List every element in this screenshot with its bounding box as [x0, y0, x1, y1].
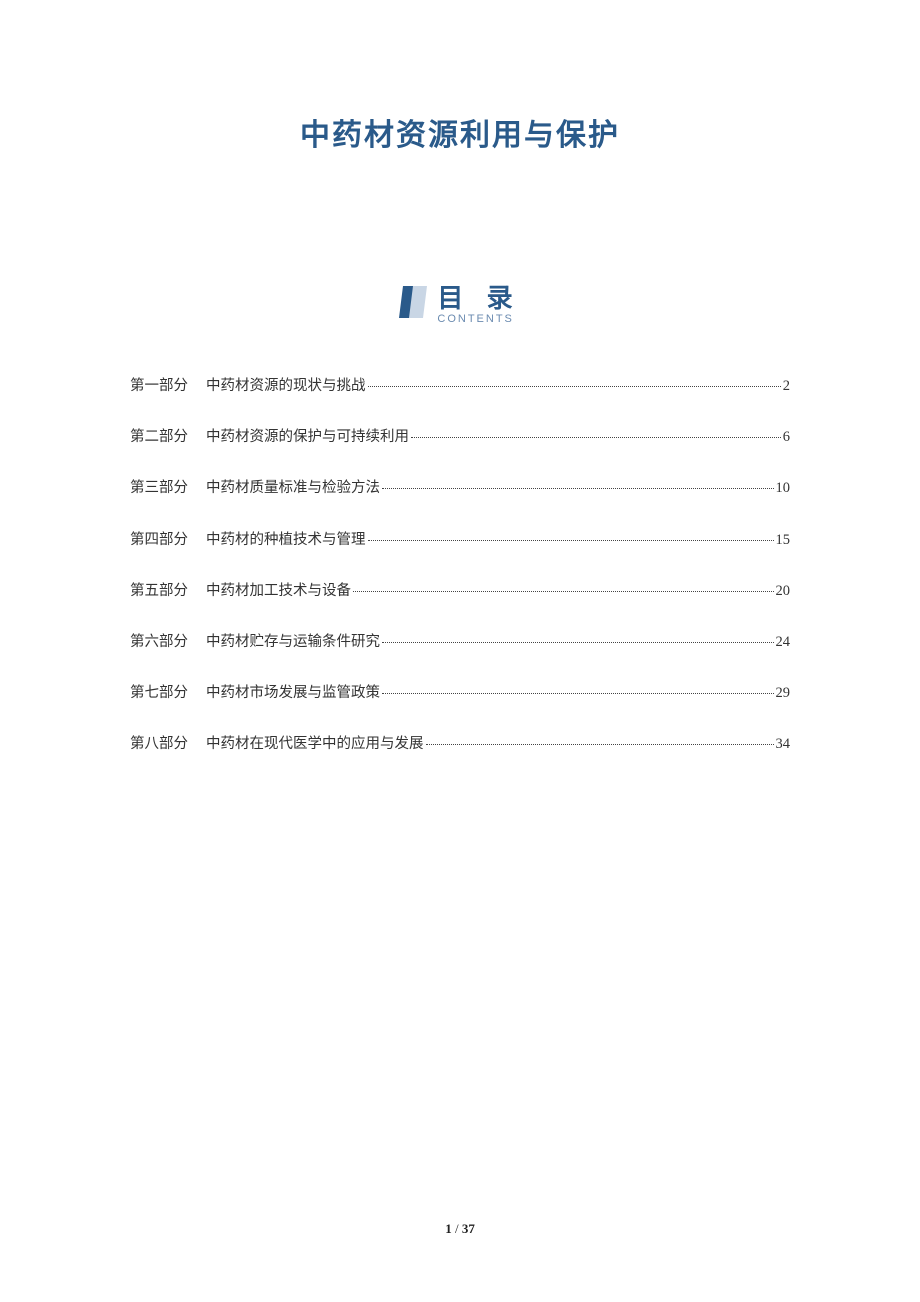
toc-leader-dots — [382, 693, 774, 694]
toc-list: 第一部分 中药材资源的现状与挑战 2 第二部分 中药材资源的保护与可持续利用 6… — [130, 375, 790, 757]
toc-leader-dots — [368, 540, 774, 541]
total-pages: 37 — [462, 1221, 475, 1236]
toc-entry-title: 中药材资源的现状与挑战 — [206, 375, 366, 398]
toc-leader-dots — [382, 642, 774, 643]
toc-header: 目 录 CONTENTS — [130, 284, 790, 325]
toc-part-label: 第四部分 — [130, 529, 188, 552]
toc-entry[interactable]: 第二部分 中药材资源的保护与可持续利用 6 — [130, 426, 790, 449]
toc-entry[interactable]: 第六部分 中药材贮存与运输条件研究 24 — [130, 631, 790, 654]
toc-page-number: 24 — [776, 631, 791, 654]
toc-heading-cn: 目 录 — [437, 285, 520, 311]
toc-part-label: 第二部分 — [130, 426, 188, 449]
toc-leader-dots — [368, 386, 781, 387]
page-footer: 1 / 37 — [0, 1221, 920, 1237]
toc-entry-title: 中药材质量标准与检验方法 — [206, 477, 380, 500]
toc-entry-title: 中药材市场发展与监管政策 — [206, 682, 380, 705]
toc-part-label: 第六部分 — [130, 631, 188, 654]
toc-leader-dots — [426, 744, 774, 745]
toc-entry[interactable]: 第七部分 中药材市场发展与监管政策 29 — [130, 682, 790, 705]
toc-heading-en: CONTENTS — [437, 313, 514, 325]
toc-part-label: 第五部分 — [130, 580, 188, 603]
toc-entry-title: 中药材的种植技术与管理 — [206, 529, 366, 552]
toc-part-label: 第七部分 — [130, 682, 188, 705]
toc-page-number: 6 — [783, 426, 790, 449]
toc-part-label: 第三部分 — [130, 477, 188, 500]
toc-leader-dots — [353, 591, 774, 592]
toc-part-label: 第八部分 — [130, 733, 188, 756]
toc-page-number: 34 — [776, 733, 791, 756]
toc-page-number: 20 — [776, 580, 791, 603]
toc-page-number: 29 — [776, 682, 791, 705]
toc-entry[interactable]: 第四部分 中药材的种植技术与管理 15 — [130, 529, 790, 552]
toc-entry-title: 中药材在现代医学中的应用与发展 — [206, 733, 424, 756]
toc-leader-dots — [411, 437, 781, 438]
toc-entry-title: 中药材贮存与运输条件研究 — [206, 631, 380, 654]
toc-entry[interactable]: 第三部分 中药材质量标准与检验方法 10 — [130, 477, 790, 500]
toc-page-number: 2 — [783, 375, 790, 398]
toc-title-wrap: 目 录 CONTENTS — [437, 285, 520, 325]
toc-part-label: 第一部分 — [130, 375, 188, 398]
toc-entry[interactable]: 第一部分 中药材资源的现状与挑战 2 — [130, 375, 790, 398]
toc-icon — [399, 284, 429, 325]
toc-entry[interactable]: 第八部分 中药材在现代医学中的应用与发展 34 — [130, 733, 790, 756]
toc-entry[interactable]: 第五部分 中药材加工技术与设备 20 — [130, 580, 790, 603]
toc-page-number: 15 — [776, 529, 791, 552]
document-title: 中药材资源利用与保护 — [130, 110, 790, 154]
page-separator: / — [452, 1221, 462, 1236]
toc-leader-dots — [382, 488, 774, 489]
toc-entry-title: 中药材加工技术与设备 — [206, 580, 351, 603]
toc-page-number: 10 — [776, 477, 791, 500]
toc-entry-title: 中药材资源的保护与可持续利用 — [206, 426, 409, 449]
document-page: 中药材资源利用与保护 目 录 CONTENTS 第一部分 中药材资源的现状与挑战… — [0, 0, 920, 757]
